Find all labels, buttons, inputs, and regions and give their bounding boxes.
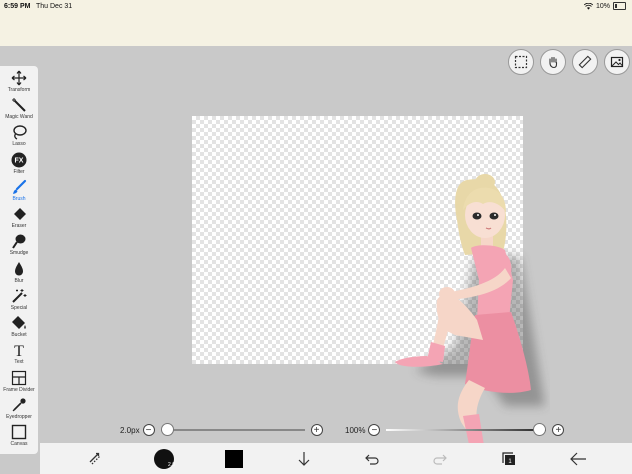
brush-size-button[interactable]: 2.0 [152, 447, 176, 471]
eraser-icon [14, 208, 26, 220]
bucket-icon [12, 316, 26, 329]
blur-icon [15, 262, 23, 276]
tool-smudge[interactable]: Smudge [0, 233, 38, 259]
tool-brush[interactable]: Brush [0, 179, 38, 205]
frame-divider-icon [11, 370, 27, 386]
tool-bucket[interactable]: Bucket [0, 315, 38, 341]
status-right: 10% [583, 2, 626, 10]
hand-button[interactable] [540, 49, 566, 75]
redo-button[interactable] [428, 447, 452, 471]
ruler-button[interactable] [572, 49, 598, 75]
tool-lasso[interactable]: Lasso [0, 124, 38, 150]
undo-button[interactable] [360, 447, 384, 471]
status-date: Thu Dec 31 [36, 3, 73, 10]
layers-icon: 1 [502, 452, 515, 465]
brush-size-indicator-label: 2.0 [168, 462, 175, 468]
quick-switch-button[interactable] [83, 447, 107, 471]
hand-icon [549, 56, 558, 69]
redo-icon [433, 454, 447, 465]
tool-transform[interactable]: Transform [0, 70, 38, 96]
swap-icon [89, 452, 101, 465]
special-icon [12, 289, 27, 303]
tool-special[interactable]: Special [0, 288, 38, 314]
arrow-left-icon [570, 452, 586, 466]
brush-size-indicator: 2.0 [154, 449, 175, 469]
svg-text:T: T [14, 343, 24, 358]
tool-filter[interactable]: FX Filter [0, 152, 38, 178]
tool-magic-wand[interactable]: Magic Wand [0, 97, 38, 123]
tool-palette: Transform Magic Wand Lasso FX Filter Bru… [0, 66, 38, 454]
smudge-icon [12, 234, 26, 249]
bottom-toolbar: 2.0 1 [40, 443, 632, 474]
layers-button[interactable]: 1 [497, 447, 521, 471]
brush-icon [13, 179, 27, 194]
brush-size-value: 2.0px [120, 425, 140, 435]
wifi-icon [583, 2, 593, 10]
brush-size-knob[interactable] [160, 423, 174, 436]
opacity-decrease-button[interactable]: − [368, 424, 381, 436]
image-button[interactable] [604, 49, 630, 75]
canvas-icon [11, 424, 27, 440]
magic-wand-icon [12, 98, 26, 112]
brush-size-track[interactable] [160, 423, 305, 436]
transform-icon [11, 70, 27, 86]
brush-size-decrease-button[interactable]: − [142, 424, 155, 436]
opacity-knob[interactable] [533, 423, 547, 436]
back-button[interactable] [566, 447, 590, 471]
text-icon: T [14, 343, 24, 358]
filter-icon: FX [11, 152, 27, 168]
selection-icon [514, 55, 528, 69]
opacity-value: 100% [345, 425, 366, 435]
tool-text[interactable]: T Text [0, 342, 38, 368]
arrow-down-icon [298, 452, 310, 466]
tool-eyedropper[interactable]: Eyedropper [0, 397, 38, 423]
tool-blur[interactable]: Blur [0, 261, 38, 287]
image-icon [610, 56, 624, 68]
undo-icon [365, 454, 379, 465]
svg-text:FX: FX [15, 158, 24, 165]
tool-eraser[interactable]: Eraser [0, 206, 38, 232]
selection-button[interactable] [508, 49, 534, 75]
color-button[interactable] [222, 447, 246, 471]
status-bar: 6:59 PM Thu Dec 31 10% [0, 0, 632, 14]
ruler-icon [578, 55, 592, 69]
battery-percent: 10% [595, 2, 610, 10]
opacity-slider: 100% − + [345, 422, 565, 438]
battery-icon [613, 2, 626, 10]
opacity-track[interactable] [386, 423, 547, 436]
download-button[interactable] [292, 447, 316, 471]
opacity-increase-button[interactable]: + [552, 424, 565, 436]
brush-size-increase-button[interactable]: + [310, 424, 323, 436]
current-color-swatch [225, 450, 243, 468]
lasso-icon [13, 125, 27, 140]
eyedropper-icon [12, 398, 26, 412]
status-time: 6:59 PM [4, 3, 31, 10]
tool-frame-divider[interactable]: Frame Divider [0, 370, 38, 396]
app-header [0, 14, 632, 46]
brush-size-slider: 2.0px − + [120, 422, 323, 438]
tool-canvas[interactable]: Canvas [0, 424, 38, 450]
